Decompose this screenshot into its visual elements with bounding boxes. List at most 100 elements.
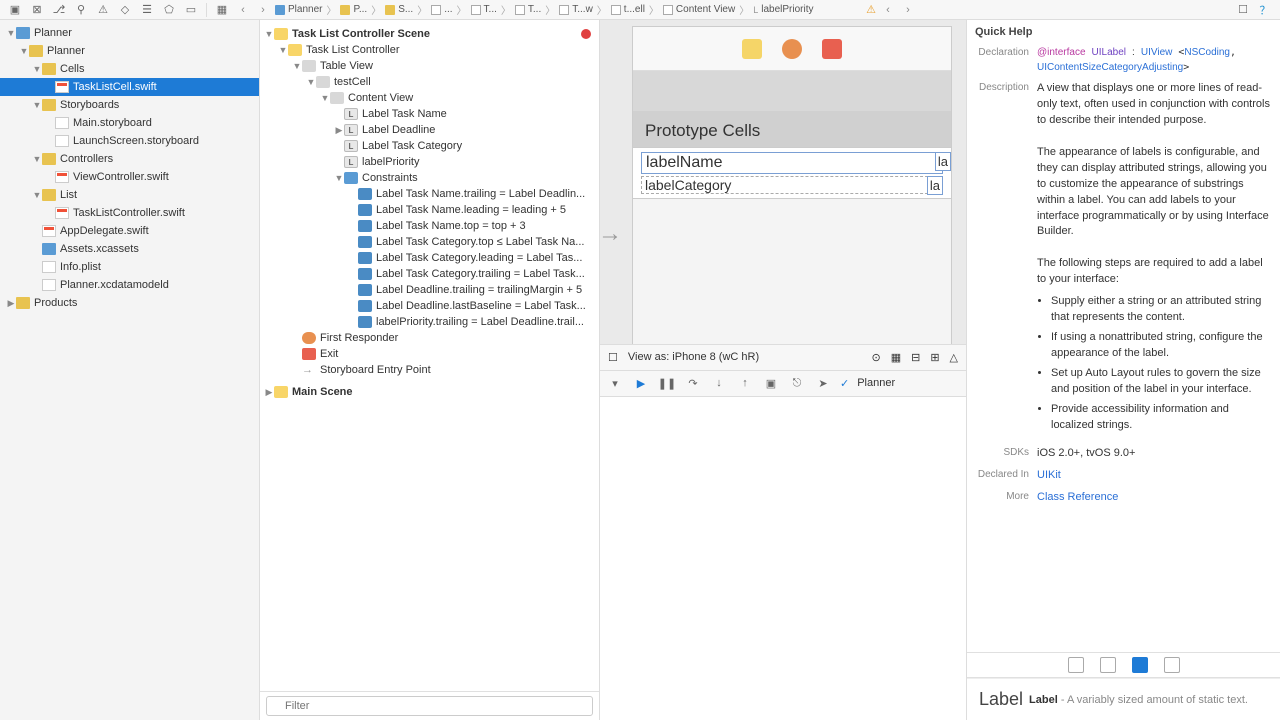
nav-item[interactable]: ▼Storyboards [0, 96, 259, 114]
exit-row[interactable]: Exit [260, 346, 599, 362]
scene-row[interactable]: ▼ Task List Controller Scene [260, 26, 599, 42]
label-deadline-preview[interactable]: la [935, 152, 951, 171]
memory-icon[interactable]: ⎋ [788, 374, 806, 392]
embed-icon[interactable]: ▦ [891, 351, 901, 364]
label-name[interactable]: labelName [641, 152, 943, 174]
nav-item[interactable]: Info.plist [0, 258, 259, 276]
first-responder-row[interactable]: First Responder [260, 330, 599, 346]
outline-item[interactable]: LlabelPriority [260, 154, 599, 170]
outline-item[interactable]: Label Task Name.trailing = Label Deadlin… [260, 186, 599, 202]
nav-branch-icon[interactable]: ⎇ [50, 1, 68, 19]
nav-item[interactable]: ▶Products [0, 294, 259, 312]
outline-item[interactable]: LLabel Task Name [260, 106, 599, 122]
outline-item[interactable]: Label Deadline.lastBaseline = Label Task… [260, 298, 599, 314]
outline-item[interactable]: ▼testCell [260, 74, 599, 90]
pin-icon[interactable]: ⊞ [930, 351, 939, 364]
step-over-icon[interactable]: ↷ [684, 374, 702, 392]
outline-toggle-icon[interactable]: ☐ [608, 351, 618, 364]
nav-item[interactable]: Main.storyboard [0, 114, 259, 132]
label-priority-preview[interactable]: la [927, 176, 943, 195]
scheme-label[interactable]: Planner [857, 377, 895, 389]
nav-item[interactable]: AppDelegate.swift [0, 222, 259, 240]
related-icon[interactable]: ▦ [213, 1, 231, 19]
nav-search-icon[interactable]: ⚲ [72, 1, 90, 19]
nav-item[interactable]: ViewController.swift [0, 168, 259, 186]
nav-debug-icon[interactable]: ☰ [138, 1, 156, 19]
view-as-label[interactable]: View as: iPhone 8 (wC hR) [628, 351, 759, 363]
nav-item[interactable]: ▼Controllers [0, 150, 259, 168]
nav-folder-icon[interactable]: ▣ [6, 1, 24, 19]
outline-item[interactable]: ▼Content View [260, 90, 599, 106]
bc-item[interactable]: T...w [559, 4, 593, 15]
nav-warn-icon[interactable]: ⚠ [94, 1, 112, 19]
step-out-icon[interactable]: ↑ [736, 374, 754, 392]
outline-item[interactable]: Label Task Category.top ≤ Label Task Na.… [260, 234, 599, 250]
continue-icon[interactable]: ▶ [632, 374, 650, 392]
nav-report-icon[interactable]: ▭ [182, 1, 200, 19]
file-template-tab[interactable] [1068, 657, 1084, 673]
stop-icon[interactable] [581, 29, 591, 39]
hide-debug-icon[interactable]: ▾ [606, 374, 624, 392]
doc-icon[interactable]: ☐ [1234, 1, 1252, 19]
forward-button[interactable]: › [255, 4, 271, 16]
object-library-item[interactable]: Label Label - A variably sized amount of… [967, 678, 1280, 720]
nav-x-icon[interactable]: ⊠ [28, 1, 46, 19]
step-in-icon[interactable]: ↓ [710, 374, 728, 392]
nav-test-icon[interactable]: ◇ [116, 1, 134, 19]
code-snippet-tab[interactable] [1100, 657, 1116, 673]
prototype-cell[interactable]: labelName la labelCategory la [633, 147, 951, 199]
outline-item[interactable]: Label Task Name.leading = leading + 5 [260, 202, 599, 218]
bc-item[interactable]: Planner [275, 4, 322, 15]
tableview-scene[interactable]: Prototype Cells labelName la labelCatego… [632, 26, 952, 344]
outline-item[interactable]: Label Task Name.top = top + 3 [260, 218, 599, 234]
entry-point-row[interactable]: →Storyboard Entry Point [260, 362, 599, 378]
first-responder-icon[interactable] [782, 39, 802, 59]
class-reference-link[interactable]: Class Reference [1037, 491, 1118, 503]
outline-item[interactable]: ▼Task List Controller [260, 42, 599, 58]
outline-item[interactable]: ▼Constraints [260, 170, 599, 186]
debug-console[interactable] [600, 396, 966, 720]
object-library-tab[interactable] [1132, 657, 1148, 673]
outline-item[interactable]: ▼Table View [260, 58, 599, 74]
nav-break-icon[interactable]: ⬠ [160, 1, 178, 19]
view-debug-icon[interactable]: ▣ [762, 374, 780, 392]
bc-item[interactable]: Content View [663, 4, 735, 15]
location-icon[interactable]: ➤ [814, 374, 832, 392]
vc-icon[interactable] [742, 39, 762, 59]
outline-item[interactable]: ▶LLabel Deadline [260, 122, 599, 138]
outline-item[interactable]: Label Deadline.trailing = trailingMargin… [260, 282, 599, 298]
resolve-icon[interactable]: △ [950, 351, 958, 364]
nav-item[interactable]: ▼List [0, 186, 259, 204]
pause-icon[interactable]: ❚❚ [658, 374, 676, 392]
outline-item[interactable]: Label Task Category.leading = Label Tas.… [260, 250, 599, 266]
nav-item[interactable]: ▼Cells [0, 60, 259, 78]
bc-item[interactable]: L labelPriority [753, 4, 813, 15]
nav-item[interactable]: Assets.xcassets [0, 240, 259, 258]
declared-link[interactable]: UIKit [1037, 469, 1061, 481]
bc-item[interactable]: T... [471, 4, 497, 15]
outline-item[interactable]: LLabel Task Category [260, 138, 599, 154]
zoom-icon[interactable]: ⊙ [871, 351, 880, 364]
bc-item[interactable]: t...ell [611, 4, 645, 15]
warning-icon[interactable]: ⚠ [866, 3, 876, 16]
outline-filter-input[interactable] [266, 696, 593, 716]
nav-item[interactable]: ▼Planner [0, 42, 259, 60]
back-button[interactable]: ‹ [235, 4, 251, 16]
nav-item[interactable]: ▼Planner [0, 24, 259, 42]
main-scene-row[interactable]: ▶Main Scene [260, 384, 599, 400]
jump-prev[interactable]: ‹ [880, 4, 896, 16]
exit-icon[interactable] [822, 39, 842, 59]
label-category[interactable]: labelCategory [641, 176, 943, 194]
bc-item[interactable]: ... [431, 4, 452, 15]
outline-item[interactable]: labelPriority.trailing = Label Deadline.… [260, 314, 599, 330]
bc-item[interactable]: T... [515, 4, 541, 15]
nav-item[interactable]: LaunchScreen.storyboard [0, 132, 259, 150]
interface-builder-canvas[interactable]: → Prototype Cells labelName la labelCate… [600, 20, 966, 344]
outline-item[interactable]: Label Task Category.trailing = Label Tas… [260, 266, 599, 282]
media-library-tab[interactable] [1164, 657, 1180, 673]
jump-next[interactable]: › [900, 4, 916, 16]
nav-item[interactable]: Planner.xcdatamodeld [0, 276, 259, 294]
bc-item[interactable]: P... [340, 4, 367, 15]
align-icon[interactable]: ⊟ [911, 351, 920, 364]
help-icon[interactable]: ？ [1256, 1, 1274, 19]
